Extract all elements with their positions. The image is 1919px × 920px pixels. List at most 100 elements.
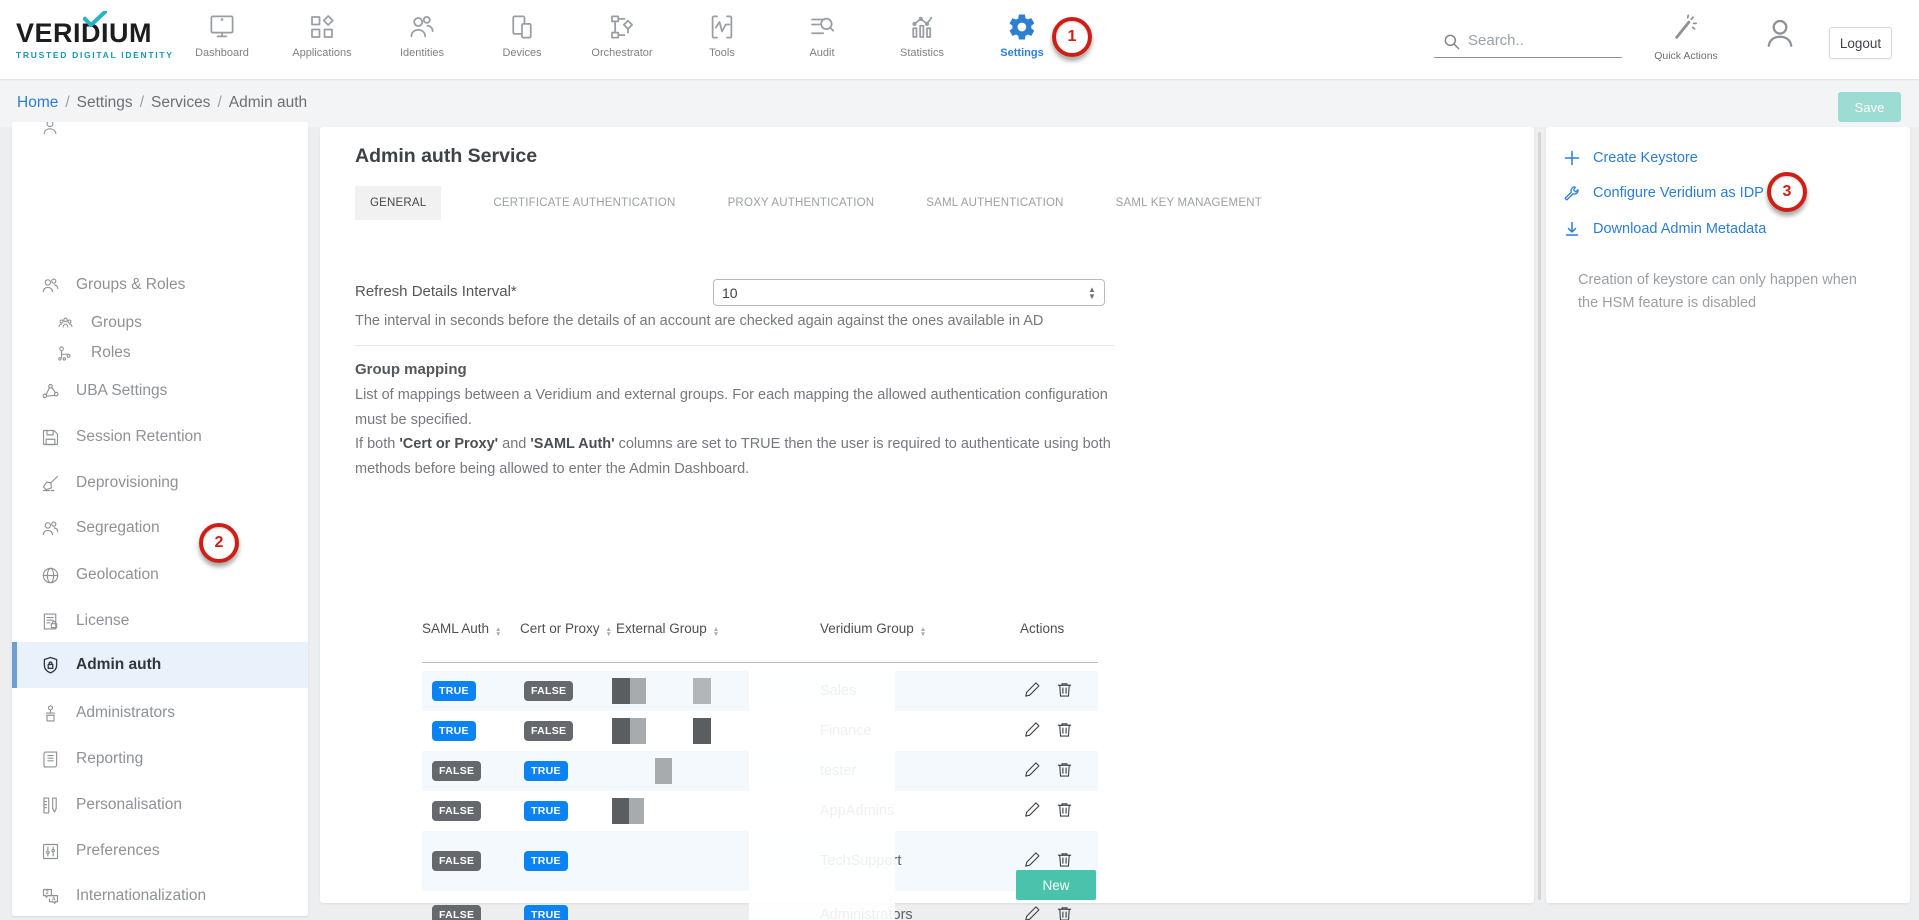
user-avatar[interactable] <box>1762 15 1798 56</box>
scrollbar[interactable] <box>1538 132 1541 900</box>
nav-label: Tools <box>709 47 735 59</box>
column-header-saml-auth[interactable]: SAML Auth▲▼ <box>422 621 501 637</box>
tab-saml-authentication[interactable]: SAML AUTHENTICATION <box>926 197 1063 209</box>
nav-item-identities[interactable]: Identities <box>372 8 472 72</box>
edit-button[interactable] <box>1022 679 1043 703</box>
clipped-icon <box>39 122 61 139</box>
sidebar-item-roles[interactable]: Roles <box>12 335 308 371</box>
download-admin-metadata-link[interactable]: Download Admin Metadata <box>1563 218 1766 240</box>
sort-icon[interactable]: ▲▼ <box>920 627 926 637</box>
sidebar-item-internationalization[interactable]: 2A Internationalization <box>12 873 308 916</box>
new-mapping-button[interactable]: New <box>1016 870 1096 900</box>
applications-icon <box>307 12 337 42</box>
sidebar-item-admin-auth[interactable]: Admin auth <box>12 642 308 688</box>
nav-item-dashboard[interactable]: Dashboard <box>172 8 272 72</box>
annotation-circle-1: 1 <box>1052 17 1092 57</box>
tab-proxy-authentication[interactable]: PROXY AUTHENTICATION <box>728 197 875 209</box>
sidebar-item-preferences[interactable]: Preferences <box>12 828 308 874</box>
tab-saml-key-management[interactable]: SAML KEY MANAGEMENT <box>1116 197 1262 209</box>
group-mapping-heading: Group mapping <box>355 359 467 381</box>
delete-button[interactable] <box>1054 759 1075 783</box>
saml-auth-badge: TRUE <box>432 681 476 701</box>
reporting-icon <box>39 748 61 770</box>
license-icon <box>39 610 61 632</box>
nav-label: Statistics <box>900 47 944 59</box>
configure-veridium-as-idp-link[interactable]: Configure Veridium as IDP <box>1563 182 1764 204</box>
search-icon <box>1442 32 1462 52</box>
magic-wand-icon <box>1672 14 1700 42</box>
nav-item-orchestrator[interactable]: Orchestrator <box>572 8 672 72</box>
logout-button[interactable]: Logout <box>1829 27 1892 59</box>
saml-auth-badge: FALSE <box>432 761 481 781</box>
svg-text:A: A <box>51 896 55 902</box>
stepper-down-icon[interactable]: ▼ <box>1088 293 1096 300</box>
edit-button[interactable] <box>1022 759 1043 783</box>
nav-item-tools[interactable]: Tools <box>672 8 772 72</box>
save-button[interactable]: Save <box>1838 92 1901 122</box>
breadcrumb-bar: Home / Settings / Services / Admin auth … <box>0 81 1919 127</box>
column-header-cert-or-proxy[interactable]: Cert or Proxy▲▼ <box>520 621 612 637</box>
nav-item-statistics[interactable]: Statistics <box>872 8 972 72</box>
table-header-rule <box>422 662 1098 663</box>
column-header-veridium-group[interactable]: Veridium Group▲▼ <box>820 621 926 637</box>
admin-auth-icon <box>39 654 61 676</box>
veridium-logo[interactable]: VERIDIUM TRUSTED DIGITAL IDENTITY <box>16 18 186 60</box>
breadcrumb-admin-auth: Admin auth <box>229 94 307 112</box>
deprovisioning-icon <box>39 472 61 494</box>
redacted-external-group-block <box>693 718 711 744</box>
edit-button[interactable] <box>1022 903 1043 920</box>
edit-button[interactable] <box>1022 799 1043 823</box>
column-header-external-group[interactable]: External Group▲▼ <box>616 621 719 637</box>
nav-item-audit[interactable]: Audit <box>772 8 872 72</box>
refresh-interval-input[interactable] <box>714 280 1066 305</box>
tab-general[interactable]: GENERAL <box>355 186 441 220</box>
nav-item-devices[interactable]: Devices <box>472 8 572 72</box>
session-retention-icon <box>39 426 61 448</box>
sidebar-item-clipped[interactable] <box>12 122 308 139</box>
segregation-icon <box>39 517 61 539</box>
redacted-external-group-block <box>629 798 644 824</box>
quick-actions-button[interactable]: Quick Actions <box>1645 14 1727 62</box>
section-divider <box>355 345 1114 346</box>
administrators-icon <box>39 702 61 724</box>
sidebar-item-groups-roles[interactable]: Groups & Roles <box>12 262 308 308</box>
sort-icon[interactable]: ▲▼ <box>606 627 612 637</box>
logo-check-icon <box>83 11 107 32</box>
delete-button[interactable] <box>1054 679 1075 703</box>
sidebar-item-license[interactable]: License <box>12 598 308 644</box>
sidebar-item-segregation[interactable]: Segregation <box>12 505 308 551</box>
sort-icon[interactable]: ▲▼ <box>713 627 719 637</box>
refresh-interval-field: ▲▼ <box>713 279 1105 306</box>
keystore-note: Creation of keystore can only happen whe… <box>1578 269 1878 315</box>
delete-button[interactable] <box>1054 719 1075 743</box>
redacted-external-group-block <box>612 678 630 704</box>
settings-sidebar: Groups & Roles Groups Roles UBA Settings… <box>12 122 308 916</box>
breadcrumb-services[interactable]: Services <box>151 94 210 112</box>
delete-button[interactable] <box>1054 799 1075 823</box>
search-area <box>1434 26 1622 55</box>
sidebar-item-administrators[interactable]: Administrators <box>12 690 308 736</box>
search-input[interactable] <box>1434 26 1622 55</box>
number-stepper[interactable]: ▲▼ <box>1080 280 1104 305</box>
audit-icon <box>807 12 837 42</box>
sidebar-item-reporting[interactable]: Reporting <box>12 736 308 782</box>
sort-icon[interactable]: ▲▼ <box>495 627 501 637</box>
sidebar-item-deprovisioning[interactable]: Deprovisioning <box>12 460 308 506</box>
sidebar-item-session-retention[interactable]: Session Retention <box>12 414 308 460</box>
column-header-actions: Actions <box>1020 621 1064 636</box>
create-keystore-link[interactable]: Create Keystore <box>1563 147 1698 169</box>
sidebar-item-personalisation[interactable]: Personalisation <box>12 782 308 828</box>
tab-certificate-authentication[interactable]: CERTIFICATE AUTHENTICATION <box>493 197 675 209</box>
orchestrator-icon <box>607 12 637 42</box>
annotation-circle-2: 2 <box>199 523 239 563</box>
search-underline <box>1434 57 1622 58</box>
sidebar-item-geolocation[interactable]: Geolocation <box>12 552 308 598</box>
breadcrumb-home[interactable]: Home <box>17 94 58 112</box>
delete-button[interactable] <box>1054 903 1075 920</box>
edit-button[interactable] <box>1022 719 1043 743</box>
breadcrumb-settings[interactable]: Settings <box>77 94 133 112</box>
settings-gear-icon <box>1007 12 1037 42</box>
statistics-icon <box>907 12 937 42</box>
sidebar-item-uba-settings[interactable]: UBA Settings <box>12 368 308 414</box>
nav-item-applications[interactable]: Applications <box>272 8 372 72</box>
